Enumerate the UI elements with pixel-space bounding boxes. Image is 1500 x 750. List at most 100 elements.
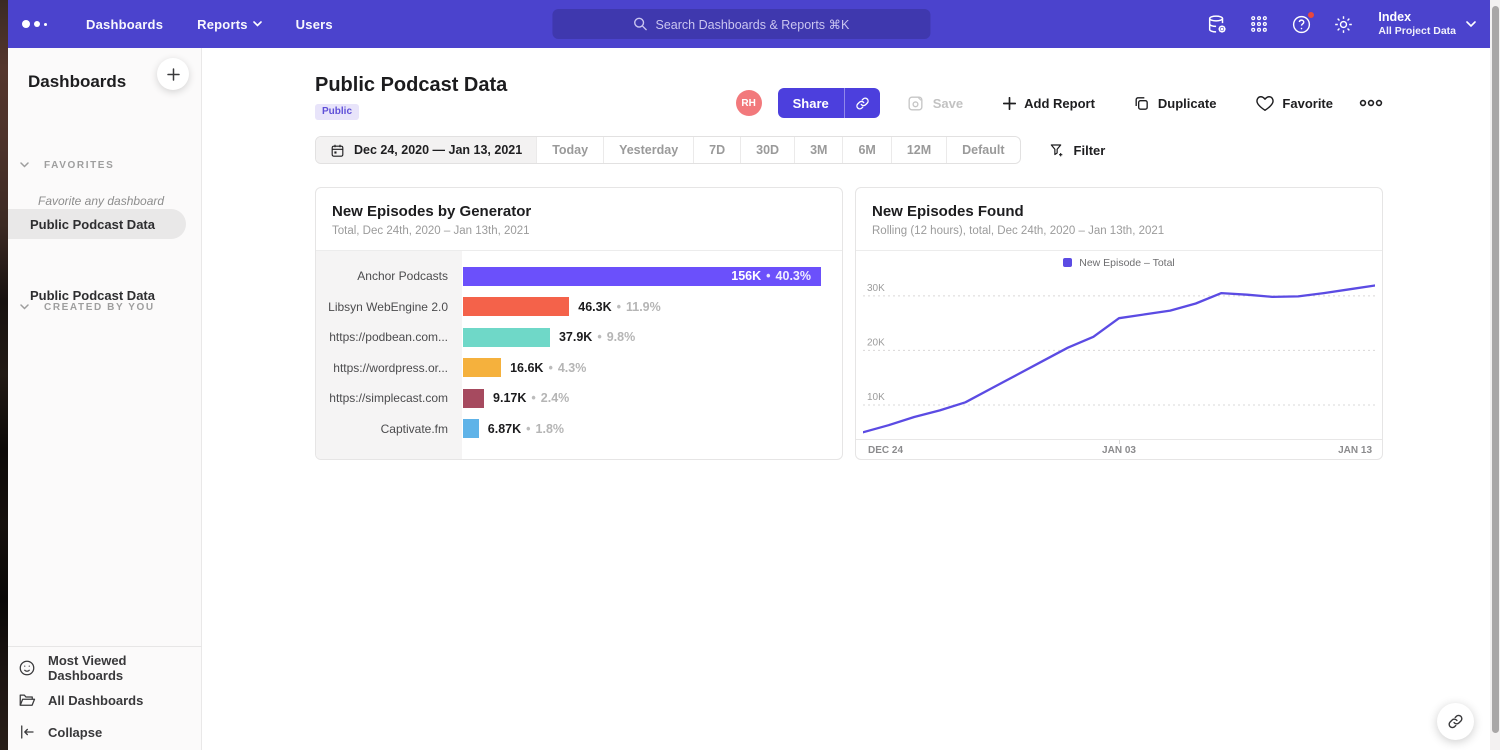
apps-grid-icon[interactable] <box>1248 13 1270 35</box>
date-preset-3m[interactable]: 3M <box>795 137 843 163</box>
main-content: Public Podcast Data Public RH Share Save… <box>202 48 1490 750</box>
more-actions-button[interactable] <box>1359 99 1383 107</box>
bar-category-label: Captivate.fm <box>316 422 462 436</box>
bar-row: Anchor Podcasts 156K•40.3% <box>316 261 842 292</box>
copy-icon <box>1133 95 1150 112</box>
bar-track: 9.17K•2.4% <box>462 389 830 408</box>
notification-badge <box>1307 11 1315 19</box>
project-scope: All Project Data <box>1378 25 1456 38</box>
bar-value-label: 156K•40.3% <box>731 269 811 283</box>
folder-icon <box>18 691 36 709</box>
date-preset-7d[interactable]: 7D <box>694 137 741 163</box>
plus-icon <box>167 68 180 81</box>
card-title: New Episodes Found <box>872 203 1366 220</box>
chevron-down-icon <box>253 21 262 27</box>
sidebar-item-public-podcast-data[interactable]: Public Podcast Data <box>8 209 186 239</box>
share-button[interactable]: Share <box>778 88 880 118</box>
filter-funnel-icon <box>1049 142 1065 158</box>
help-icon[interactable] <box>1290 13 1312 35</box>
save-icon <box>906 94 925 113</box>
smiley-icon <box>18 659 36 677</box>
section-collapse-icon[interactable] <box>20 162 29 168</box>
x-axis: DEC 24 JAN 03 JAN 13 <box>856 439 1382 459</box>
project-selector[interactable]: Index All Project Data <box>1378 10 1476 38</box>
duplicate-button[interactable]: Duplicate <box>1133 95 1217 112</box>
date-preset-6m[interactable]: 6M <box>843 137 891 163</box>
card-title: New Episodes by Generator <box>332 203 826 220</box>
date-preset-12m[interactable]: 12M <box>892 137 947 163</box>
avatar[interactable]: RH <box>736 90 762 116</box>
project-name: Index <box>1378 10 1456 25</box>
chevron-down-icon <box>1466 21 1476 28</box>
bar-category-label: https://wordpress.or... <box>316 361 462 375</box>
bar-track: 6.87K•1.8% <box>462 419 830 438</box>
collapse-sidebar-button[interactable]: Collapse <box>18 719 102 745</box>
bar <box>463 419 479 438</box>
search-placeholder: Search Dashboards & Reports ⌘K <box>656 17 850 32</box>
y-tick-label: 30K <box>867 283 885 294</box>
bar-category-label: Libsyn WebEngine 2.0 <box>316 300 462 314</box>
date-controls: Dec 24, 2020 — Jan 13, 2021 TodayYesterd… <box>315 136 1105 164</box>
legend-swatch <box>1063 258 1072 267</box>
collapse-icon <box>18 723 36 741</box>
bar-track: 37.9K•9.8% <box>462 328 830 347</box>
add-dashboard-button[interactable] <box>157 58 189 90</box>
card-subtitle: Total, Dec 24th, 2020 – Jan 13th, 2021 <box>332 225 826 237</box>
card-subtitle: Rolling (12 hours), total, Dec 24th, 202… <box>872 225 1366 237</box>
bar-value-label: 6.87K•1.8% <box>488 422 564 436</box>
date-preset-today[interactable]: Today <box>537 137 604 163</box>
filter-button[interactable]: Filter <box>1049 142 1106 158</box>
y-tick-label: 10K <box>867 392 885 403</box>
date-preset-yesterday[interactable]: Yesterday <box>604 137 694 163</box>
most-viewed-dashboards-button[interactable]: Most Viewed Dashboards <box>18 655 201 681</box>
bar-category-label: Anchor Podcasts <box>316 269 462 283</box>
scrollbar-thumb[interactable] <box>1492 6 1499 733</box>
floating-link-button[interactable] <box>1437 703 1474 740</box>
settings-icon[interactable] <box>1332 13 1354 35</box>
date-range-picker[interactable]: Dec 24, 2020 — Jan 13, 2021 <box>316 137 537 163</box>
save-button[interactable]: Save <box>906 94 963 113</box>
date-preset-30d[interactable]: 30D <box>741 137 795 163</box>
line-chart-plot: 10K 20K 30K <box>863 274 1375 441</box>
legend-label: New Episode – Total <box>1079 257 1175 269</box>
link-icon <box>855 96 870 111</box>
data-sources-icon[interactable] <box>1206 13 1228 35</box>
page-title: Public Podcast Data <box>315 74 507 97</box>
card-new-episodes-found: New Episodes Found Rolling (12 hours), t… <box>855 187 1383 460</box>
x-tick-label: JAN 13 <box>1338 445 1372 456</box>
nav-users[interactable]: Users <box>296 17 333 32</box>
sidebar-item-public-podcast-data-2[interactable]: Public Podcast Data <box>8 280 155 310</box>
top-navbar: Dashboards Reports Users Search Dashboar… <box>8 0 1490 48</box>
search-icon <box>634 17 648 31</box>
background-window-strip <box>0 0 8 750</box>
app-logo-icon[interactable] <box>22 20 62 28</box>
x-tick-mark <box>1119 440 1120 444</box>
share-link-button[interactable] <box>844 88 880 118</box>
line-chart: New Episode – Total 10K 20K 30K DEC 24 JAN… <box>856 251 1382 459</box>
section-favorites[interactable]: FAVORITES <box>44 160 114 171</box>
sidebar-title: Dashboards <box>28 72 126 92</box>
line-series-new-episode-total <box>863 286 1375 433</box>
bar-category-label: https://podbean.com... <box>316 330 462 344</box>
nav-dashboards[interactable]: Dashboards <box>86 17 163 32</box>
y-tick-label: 20K <box>867 337 885 348</box>
bar-chart: Anchor Podcasts 156K•40.3% Libsyn WebEngin… <box>316 251 842 459</box>
plus-icon <box>1003 97 1016 110</box>
bar <box>463 389 484 408</box>
x-tick-label: DEC 24 <box>868 445 903 456</box>
bar-row: https://wordpress.or...16.6K•4.3% <box>316 353 842 384</box>
add-report-button[interactable]: Add Report <box>1003 96 1095 111</box>
search-input[interactable]: Search Dashboards & Reports ⌘K <box>552 9 930 39</box>
bar: 156K•40.3% <box>463 267 821 286</box>
date-preset-default[interactable]: Default <box>947 137 1019 163</box>
all-dashboards-button[interactable]: All Dashboards <box>18 687 143 713</box>
bar-row: https://simplecast.com9.17K•2.4% <box>316 383 842 414</box>
sidebar: Dashboards FAVORITES Favorite any dashbo… <box>8 48 202 750</box>
link-icon <box>1447 713 1464 730</box>
nav-reports[interactable]: Reports <box>197 17 262 32</box>
visibility-badge: Public <box>315 104 359 120</box>
bar <box>463 297 569 316</box>
favorite-button[interactable]: Favorite <box>1256 95 1333 112</box>
favorites-empty-text: Favorite any dashboard <box>38 194 164 208</box>
dashboard-actions: RH Share Save Add Report Duplicate <box>736 88 1383 118</box>
